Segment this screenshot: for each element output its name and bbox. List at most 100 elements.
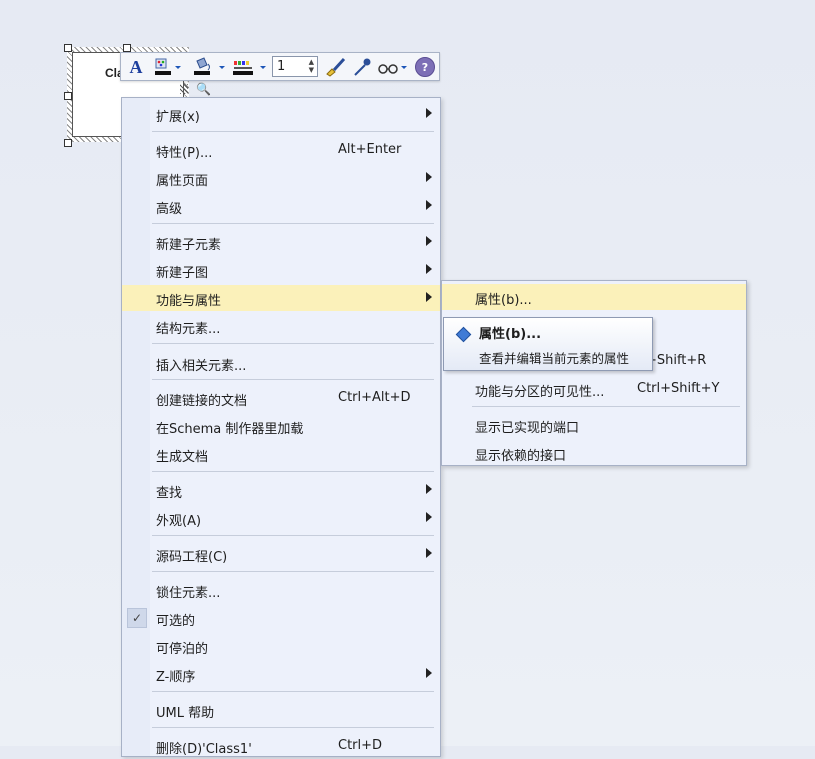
format-painter-button[interactable] — [323, 56, 347, 78]
menu-item-label: 特性(P)... — [156, 146, 213, 161]
magnifier-icon[interactable]: 🔍 — [196, 82, 211, 96]
menu-separator — [472, 406, 740, 407]
menu-separator — [152, 727, 434, 728]
submenu-arrow-icon — [426, 512, 432, 522]
menu-item-label: 源码工程(C) — [156, 550, 228, 565]
menu-separator — [152, 535, 434, 536]
submenu-item-label: 显示已实现的端口 — [475, 421, 580, 436]
menu-item-shortcut: Alt+Enter — [338, 142, 402, 157]
menu-item-label: 结构元素... — [156, 322, 221, 337]
menu-item-label: 功能与属性 — [156, 294, 222, 309]
stepper-up-icon[interactable]: ▲ — [309, 58, 314, 66]
submenu-item-shortcut: Ctrl+Shift+Y — [637, 381, 720, 396]
menu-separator — [152, 691, 434, 692]
resize-grip-icon[interactable] — [180, 84, 188, 94]
resize-handle-top-left[interactable] — [64, 44, 72, 52]
submenu-arrow-icon — [426, 292, 432, 302]
submenu-arrow-icon — [426, 172, 432, 182]
line-width-stepper[interactable]: 1 ▲ ▼ — [272, 56, 318, 77]
submenu-item-attributes[interactable]: 属性(b)... — [442, 284, 746, 310]
fill-color-button[interactable] — [191, 56, 227, 78]
menu-separator — [152, 131, 434, 132]
menu-item-label: 在Schema 制作器里加载 — [156, 422, 304, 437]
menu-item-label: 属性页面 — [156, 174, 209, 189]
menu-item-source-code[interactable]: 源码工程(C) — [122, 541, 440, 567]
menu-item-label: 插入相关元素... — [156, 359, 247, 374]
menu-item-label: 删除(D)'Class1' — [156, 742, 252, 757]
menu-item-label: 新建子元素 — [156, 238, 222, 253]
menu-item-label: UML 帮助 — [156, 706, 215, 721]
submenu-item-visibility[interactable]: 功能与分区的可见性... Ctrl+Shift+Y — [442, 376, 746, 402]
menu-separator — [152, 471, 434, 472]
menu-item-advanced[interactable]: 高级 — [122, 193, 440, 219]
tooltip-title: 属性(b)... — [479, 327, 542, 342]
glasses-icon — [378, 64, 407, 74]
resize-handle-bottom-left[interactable] — [64, 139, 72, 147]
help-button[interactable]: ? — [415, 56, 435, 78]
menu-item-delete[interactable]: 删除(D)'Class1' Ctrl+D — [122, 733, 440, 759]
menu-separator — [152, 571, 434, 572]
menu-item-property-pages[interactable]: 属性页面 — [122, 165, 440, 191]
submenu-arrow-icon — [426, 200, 432, 210]
submenu-arrow-icon — [426, 668, 432, 678]
line-color-icon — [233, 61, 266, 75]
resize-handle-top[interactable] — [123, 44, 131, 52]
submenu-item-show-ports[interactable]: 显示已实现的端口 — [442, 412, 746, 438]
submenu-arrow-icon — [426, 548, 432, 558]
submenu-item-label: 功能与分区的可见性... — [475, 385, 605, 400]
context-menu: 扩展(x) 特性(P)... Alt+Enter 属性页面 高级 新建子元素 新… — [121, 97, 441, 757]
menu-item-selectable[interactable]: ✓ 可选的 — [122, 605, 440, 631]
eyedropper-button[interactable] — [351, 56, 373, 78]
resize-handle-left[interactable] — [64, 92, 72, 100]
attribute-icon — [455, 326, 472, 343]
menu-item-extensions[interactable]: 扩展(x) — [122, 101, 440, 127]
submenu-arrow-icon — [426, 264, 432, 274]
menu-item-dockable[interactable]: 可停泊的 — [122, 633, 440, 659]
menu-item-create-linked-document[interactable]: 创建链接的文档 Ctrl+Alt+D — [122, 385, 440, 411]
eyedropper-icon — [354, 58, 371, 76]
menu-item-new-child-diagram[interactable]: 新建子图 — [122, 257, 440, 283]
menu-item-label: 可选的 — [156, 614, 196, 629]
line-width-value: 1 — [277, 59, 286, 74]
menu-item-label: Z-顺序 — [156, 670, 196, 685]
submenu-item-label: 属性(b)... — [475, 293, 532, 308]
menu-item-shortcut: Ctrl+Alt+D — [338, 390, 411, 405]
menu-item-load-schema[interactable]: 在Schema 制作器里加载 — [122, 413, 440, 439]
menu-item-properties[interactable]: 特性(P)... Alt+Enter — [122, 137, 440, 163]
menu-item-label: 外观(A) — [156, 514, 202, 529]
view-options-button[interactable] — [377, 56, 411, 78]
font-color-button[interactable] — [153, 56, 183, 78]
format-toolbar: A 1 ▲ ▼ ? — [120, 52, 440, 81]
menu-item-label: 生成文档 — [156, 450, 209, 465]
menu-item-structural-elements[interactable]: 结构元素... — [122, 313, 440, 339]
menu-separator — [152, 343, 434, 344]
submenu-item-show-interfaces[interactable]: 显示依赖的接口 — [442, 440, 746, 466]
tooltip-description: 查看并编辑当前元素的属性 — [479, 351, 630, 366]
menu-item-label: 锁住元素... — [156, 586, 221, 601]
submenu-arrow-icon — [426, 484, 432, 494]
menu-item-label: 新建子图 — [156, 266, 209, 281]
features-submenu: 属性(b)... rl+Shift+R 功能与分区的可见性... Ctrl+Sh… — [441, 280, 747, 466]
menu-item-generate-document[interactable]: 生成文档 — [122, 441, 440, 467]
menu-item-label: 高级 — [156, 202, 183, 217]
menu-item-new-child-element[interactable]: 新建子元素 — [122, 229, 440, 255]
submenu-arrow-icon — [426, 108, 432, 118]
font-color-icon — [155, 58, 181, 75]
submenu-arrow-icon — [426, 236, 432, 246]
menu-item-lock-element[interactable]: 锁住元素... — [122, 577, 440, 603]
menu-item-find[interactable]: 查找 — [122, 477, 440, 503]
tooltip: 属性(b)... 查看并编辑当前元素的属性 — [443, 317, 653, 371]
menu-item-features-attributes[interactable]: 功能与属性 — [122, 285, 440, 311]
menu-item-z-order[interactable]: Z-顺序 — [122, 661, 440, 687]
menu-item-appearance[interactable]: 外观(A) — [122, 505, 440, 531]
menu-separator — [152, 379, 434, 380]
menu-item-insert-related[interactable]: 插入相关元素... — [122, 350, 440, 376]
brush-icon — [326, 57, 346, 77]
menu-item-label: 查找 — [156, 486, 183, 501]
stepper-down-icon[interactable]: ▼ — [309, 66, 314, 74]
checkmark-icon: ✓ — [127, 608, 147, 628]
font-icon[interactable]: A — [127, 56, 145, 78]
line-color-button[interactable] — [231, 56, 269, 78]
menu-item-uml-help[interactable]: UML 帮助 — [122, 697, 440, 723]
submenu-item-label: 显示依赖的接口 — [475, 449, 567, 464]
